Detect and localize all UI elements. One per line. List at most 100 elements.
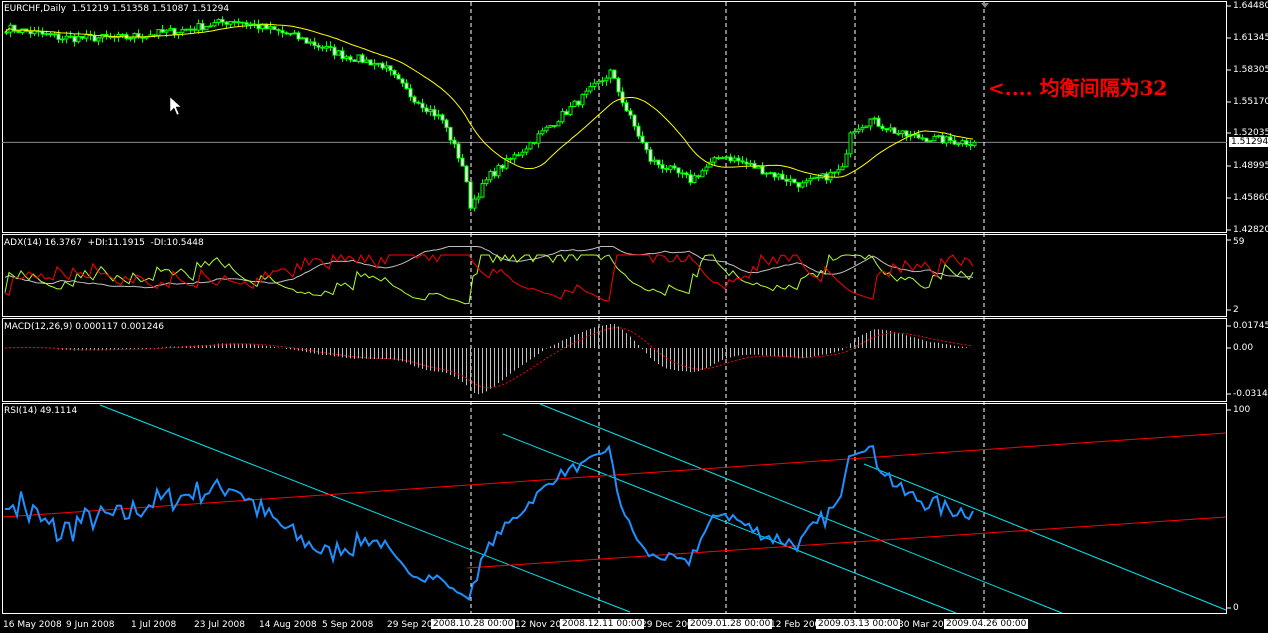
rsi-trendline-cyan bbox=[863, 463, 1227, 611]
candle-body bbox=[284, 32, 289, 35]
candle-body bbox=[416, 101, 421, 104]
candle-body bbox=[728, 156, 733, 162]
candle-body bbox=[312, 41, 317, 46]
rsi-trendline-red bbox=[466, 516, 1227, 569]
candle-body bbox=[412, 96, 417, 103]
candle-body bbox=[188, 28, 193, 31]
rsi-trendline-cyan bbox=[502, 433, 957, 614]
candle-body bbox=[936, 135, 941, 138]
candle-body bbox=[516, 154, 521, 157]
candle-body bbox=[500, 164, 505, 169]
candle-body bbox=[512, 154, 517, 160]
candle-body bbox=[952, 140, 957, 145]
candle-body bbox=[268, 26, 273, 30]
candle-body bbox=[212, 21, 217, 27]
candle-body bbox=[232, 21, 237, 24]
candle-body bbox=[240, 21, 245, 24]
candle-body bbox=[748, 162, 753, 165]
candle-body bbox=[800, 182, 805, 188]
candle-body bbox=[540, 130, 545, 135]
candle-body bbox=[796, 182, 801, 188]
adx-line bbox=[4, 245, 974, 289]
candle-body bbox=[940, 135, 945, 144]
time-label: 30 Mar 200 bbox=[898, 620, 950, 630]
macd-axis-label: 0.00 bbox=[1233, 343, 1254, 353]
candle-body bbox=[896, 132, 901, 135]
candle-body bbox=[648, 149, 653, 162]
mouse-cursor-icon bbox=[169, 96, 182, 116]
candle-body bbox=[328, 45, 333, 48]
candle-body bbox=[180, 28, 185, 33]
candle-body bbox=[220, 19, 225, 23]
candle-body bbox=[152, 34, 157, 37]
candle-body bbox=[76, 35, 81, 43]
candle-body bbox=[336, 50, 341, 56]
candle-body bbox=[600, 80, 605, 83]
rsi-line bbox=[5, 444, 974, 601]
candle-body bbox=[552, 125, 557, 128]
candle-body bbox=[900, 130, 905, 134]
candle-body bbox=[508, 158, 513, 161]
candle-body bbox=[376, 62, 381, 65]
candle-body bbox=[444, 119, 449, 128]
candle-body bbox=[924, 137, 929, 143]
candle-body bbox=[892, 127, 897, 134]
candle-body bbox=[128, 37, 133, 40]
candle-body bbox=[272, 26, 277, 31]
candle-body bbox=[360, 54, 365, 63]
candle-body bbox=[56, 33, 61, 40]
candle-body bbox=[760, 165, 765, 175]
price-axis-label: 1.45860 bbox=[1233, 193, 1268, 203]
candle-body bbox=[860, 126, 865, 130]
candle-body bbox=[816, 176, 821, 179]
candle-body bbox=[16, 30, 21, 34]
candle-body bbox=[768, 172, 773, 175]
candle-body bbox=[928, 140, 933, 143]
candle-body bbox=[388, 65, 393, 71]
candle-body bbox=[404, 82, 409, 90]
candle-body bbox=[704, 166, 709, 172]
candle-body bbox=[604, 77, 609, 82]
candle-body bbox=[44, 33, 49, 36]
candle-body bbox=[580, 93, 585, 106]
macd-label: MACD(12,26,9) 0.000117 0.001246 bbox=[4, 322, 164, 332]
candle-body bbox=[204, 25, 209, 31]
candle-body bbox=[532, 141, 537, 144]
candle-body bbox=[224, 21, 229, 25]
candle-body bbox=[652, 159, 657, 162]
candle-body bbox=[680, 172, 685, 175]
candle-body bbox=[856, 128, 861, 132]
candle-body bbox=[484, 179, 489, 185]
candle-body bbox=[184, 28, 189, 31]
candle-body bbox=[780, 173, 785, 180]
candle-body bbox=[716, 157, 721, 160]
candle-body bbox=[788, 178, 793, 182]
price-axis-label: 1.55170 bbox=[1233, 97, 1268, 107]
candle-body bbox=[556, 121, 561, 127]
candle-body bbox=[120, 34, 125, 37]
candle-body bbox=[656, 159, 661, 166]
candle-body bbox=[876, 117, 881, 127]
candle-body bbox=[92, 34, 97, 42]
candle-body bbox=[688, 174, 693, 184]
candle-body bbox=[844, 153, 849, 168]
candle-body bbox=[48, 33, 53, 36]
candle-body bbox=[476, 196, 481, 200]
candle-body bbox=[168, 27, 173, 31]
shift-marker-icon bbox=[981, 3, 989, 8]
rsi-axis-label: 0 bbox=[1233, 603, 1239, 613]
candle-body bbox=[536, 133, 541, 144]
candle-body bbox=[400, 78, 405, 84]
annotation-text: <.... 均衡间隔为32 bbox=[988, 76, 1168, 100]
adx-label: ADX(14) 16.3767 +DI:11.1915 -DI:10.5448 bbox=[4, 238, 204, 248]
candle-body bbox=[836, 169, 841, 173]
candle-body bbox=[584, 90, 589, 95]
candle-body bbox=[864, 125, 869, 128]
symbol-label: EURCHF,Daily 1.51219 1.51358 1.51087 1.5… bbox=[4, 4, 230, 14]
candle-body bbox=[156, 29, 161, 36]
candle-body bbox=[296, 32, 301, 40]
current-price-tag: 1.51294 bbox=[1229, 137, 1268, 147]
candle-body bbox=[428, 109, 433, 113]
candle-body bbox=[812, 176, 817, 180]
candle-body bbox=[612, 69, 617, 79]
